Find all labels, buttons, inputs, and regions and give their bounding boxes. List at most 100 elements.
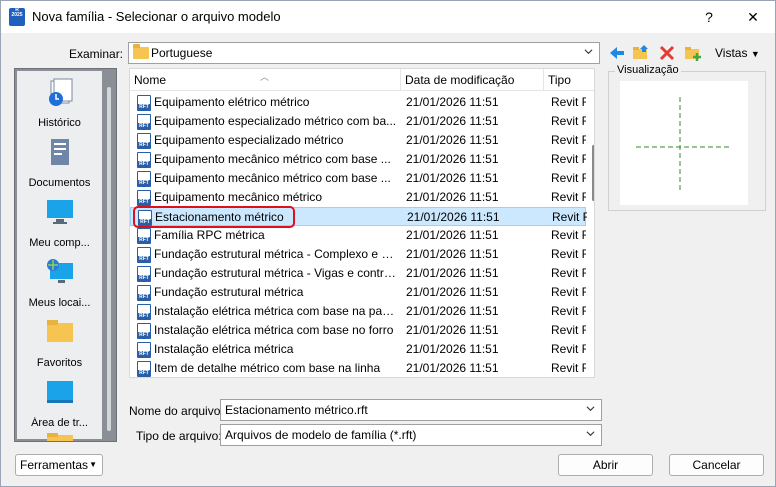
places-scrollbar[interactable] xyxy=(107,87,111,431)
file-type: Revit F xyxy=(552,210,587,224)
file-date: 21/01/2026 11:51 xyxy=(406,95,499,109)
file-type: Revit F xyxy=(551,114,586,128)
rft-file-icon xyxy=(137,361,151,377)
file-open-dialog: R 2025 Nova família - Selecionar o arquiv… xyxy=(0,0,776,487)
chevron-down-icon xyxy=(586,431,595,437)
place-computer[interactable]: Meu comp... xyxy=(17,195,102,253)
file-name: Família RPC métrica xyxy=(154,228,265,242)
file-name: Fundação estrutural métrica - Vigas e co… xyxy=(154,266,398,280)
column-type-header[interactable]: Tipo xyxy=(544,69,594,91)
file-name: Instalação elétrica métrica com base na … xyxy=(154,304,398,318)
new-folder-icon[interactable] xyxy=(684,44,702,62)
column-name-header[interactable]: Nome ︿ xyxy=(130,69,401,91)
computer-icon xyxy=(47,200,73,224)
rft-file-icon xyxy=(137,95,151,111)
file-type: Revit F xyxy=(551,342,586,356)
file-name: Item de detalhe métrico com base na linh… xyxy=(154,361,381,375)
place-label: Meu comp... xyxy=(29,237,90,249)
file-list: Nome ︿ Data de modificação Tipo Equipamen… xyxy=(129,68,595,378)
look-in-label: Examinar: xyxy=(69,47,124,61)
highlight-box xyxy=(133,206,295,228)
file-date: 21/01/2026 11:51 xyxy=(406,361,499,375)
rft-file-icon xyxy=(137,133,151,149)
up-folder-icon[interactable] xyxy=(632,44,650,62)
file-date: 21/01/2026 11:51 xyxy=(406,247,499,261)
file-type: Revit F xyxy=(551,171,586,185)
file-date: 21/01/2026 11:51 xyxy=(406,323,499,337)
file-name: Equipamento elétrico métrico xyxy=(154,95,310,109)
table-row[interactable]: Instalação elétrica métrica com base no … xyxy=(130,321,586,340)
place-desktop[interactable]: Área de tr... xyxy=(17,375,102,433)
sort-up-icon: ︿ xyxy=(260,72,270,82)
filetype-value: Arquivos de modelo de família (*.rft) xyxy=(225,428,417,442)
caret-down-icon: ▼ xyxy=(750,49,760,59)
rft-file-icon xyxy=(137,190,151,206)
place-history[interactable]: Histórico xyxy=(17,75,102,133)
rft-file-icon xyxy=(137,152,151,168)
place-label: Histórico xyxy=(38,117,81,129)
chevron-down-icon[interactable] xyxy=(586,404,595,413)
file-name: Instalação elétrica métrica xyxy=(154,342,294,356)
file-type: Revit F xyxy=(551,152,586,166)
place-label: Área de tr... xyxy=(31,417,88,429)
place-documents[interactable]: Documentos xyxy=(17,135,102,193)
app-icon-sub: 2025 xyxy=(11,12,23,18)
caret-down-icon: ▼ xyxy=(89,460,97,469)
open-button[interactable]: Abrir xyxy=(558,454,653,476)
table-row[interactable]: Equipamento elétrico métrico 21/01/2026 1… xyxy=(130,93,586,112)
preview-crosshair xyxy=(636,97,732,191)
close-button[interactable]: ✕ xyxy=(733,1,773,33)
file-name: Equipamento especializado métrico com ba… xyxy=(154,114,397,128)
back-arrow-icon[interactable] xyxy=(608,44,626,62)
look-in-value: Portuguese xyxy=(151,46,213,60)
look-in-combo[interactable]: Portuguese xyxy=(128,42,600,64)
place-label: Meus locai... xyxy=(28,297,91,309)
cancel-button[interactable]: Cancelar xyxy=(669,454,764,476)
table-row[interactable]: Equipamento especializado métrico com ba… xyxy=(130,112,586,131)
filename-value: Estacionamento métrico.rft xyxy=(225,403,368,417)
file-name: Equipamento mecânico métrico com base ..… xyxy=(154,171,391,185)
help-button[interactable]: ? xyxy=(689,1,729,33)
file-date: 21/01/2026 11:51 xyxy=(406,152,499,166)
rft-file-icon xyxy=(137,304,151,320)
table-row[interactable]: Instalação elétrica métrica 21/01/2026 11… xyxy=(130,340,586,359)
rft-file-icon xyxy=(137,323,151,339)
file-date: 21/01/2026 11:51 xyxy=(406,228,499,242)
table-row[interactable]: Equipamento mecânico métrico 21/01/2026 1… xyxy=(130,188,586,207)
column-date-header[interactable]: Data de modificação xyxy=(401,69,544,91)
views-menu[interactable]: Vistas ▼ xyxy=(715,46,760,60)
vertical-scrollbar[interactable] xyxy=(592,145,594,201)
file-date: 21/01/2026 11:51 xyxy=(407,210,500,224)
filename-input[interactable]: Estacionamento métrico.rft xyxy=(220,399,602,421)
file-type: Revit F xyxy=(551,247,586,261)
documents-icon xyxy=(51,139,69,165)
table-row[interactable]: Fundação estrutural métrica - Complexo e… xyxy=(130,245,586,264)
file-type: Revit F xyxy=(551,304,586,318)
file-type: Revit F xyxy=(551,95,586,109)
file-date: 21/01/2026 11:51 xyxy=(406,304,499,318)
place-label: Favoritos xyxy=(36,357,83,369)
folder-icon xyxy=(133,44,149,59)
table-row[interactable]: Equipamento especializado métrico 21/01/2… xyxy=(130,131,586,150)
delete-icon[interactable] xyxy=(658,44,676,62)
place-network[interactable]: Meus locai... xyxy=(17,255,102,313)
table-row[interactable]: Fundação estrutural métrica - Vigas e co… xyxy=(130,264,586,283)
table-row[interactable]: Item de detalhe métrico com base na linh… xyxy=(130,359,586,377)
tools-dropdown[interactable]: Ferramentas ▼ xyxy=(15,454,103,476)
table-row[interactable]: Fundação estrutural métrica 21/01/2026 11… xyxy=(130,283,586,302)
title-bar: R 2025 Nova família - Selecionar o arquiv… xyxy=(1,1,775,33)
table-row[interactable]: Equipamento mecânico métrico com base ..… xyxy=(130,169,586,188)
history-icon xyxy=(49,78,73,106)
file-name: Fundação estrutural métrica xyxy=(154,285,304,299)
preview-label: Visualização xyxy=(615,64,681,76)
table-row[interactable]: Equipamento mecânico métrico com base ..… xyxy=(130,150,586,169)
window-title: Nova família - Selecionar o arquivo mode… xyxy=(32,9,281,24)
table-row[interactable]: Família RPC métrica 21/01/2026 11:51 Revit… xyxy=(130,226,586,245)
places-bar: Histórico Documentos Meu comp... Meus lo… xyxy=(14,68,117,442)
filetype-select[interactable]: Arquivos de modelo de família (*.rft) xyxy=(220,424,602,446)
place-favorites[interactable]: Favoritos xyxy=(17,315,102,373)
file-type: Revit F xyxy=(551,361,586,375)
rft-file-icon xyxy=(137,114,151,130)
table-row[interactable]: Estacionamento métrico21/01/2026 11:51Re… xyxy=(130,206,587,228)
table-row[interactable]: Instalação elétrica métrica com base na … xyxy=(130,302,586,321)
